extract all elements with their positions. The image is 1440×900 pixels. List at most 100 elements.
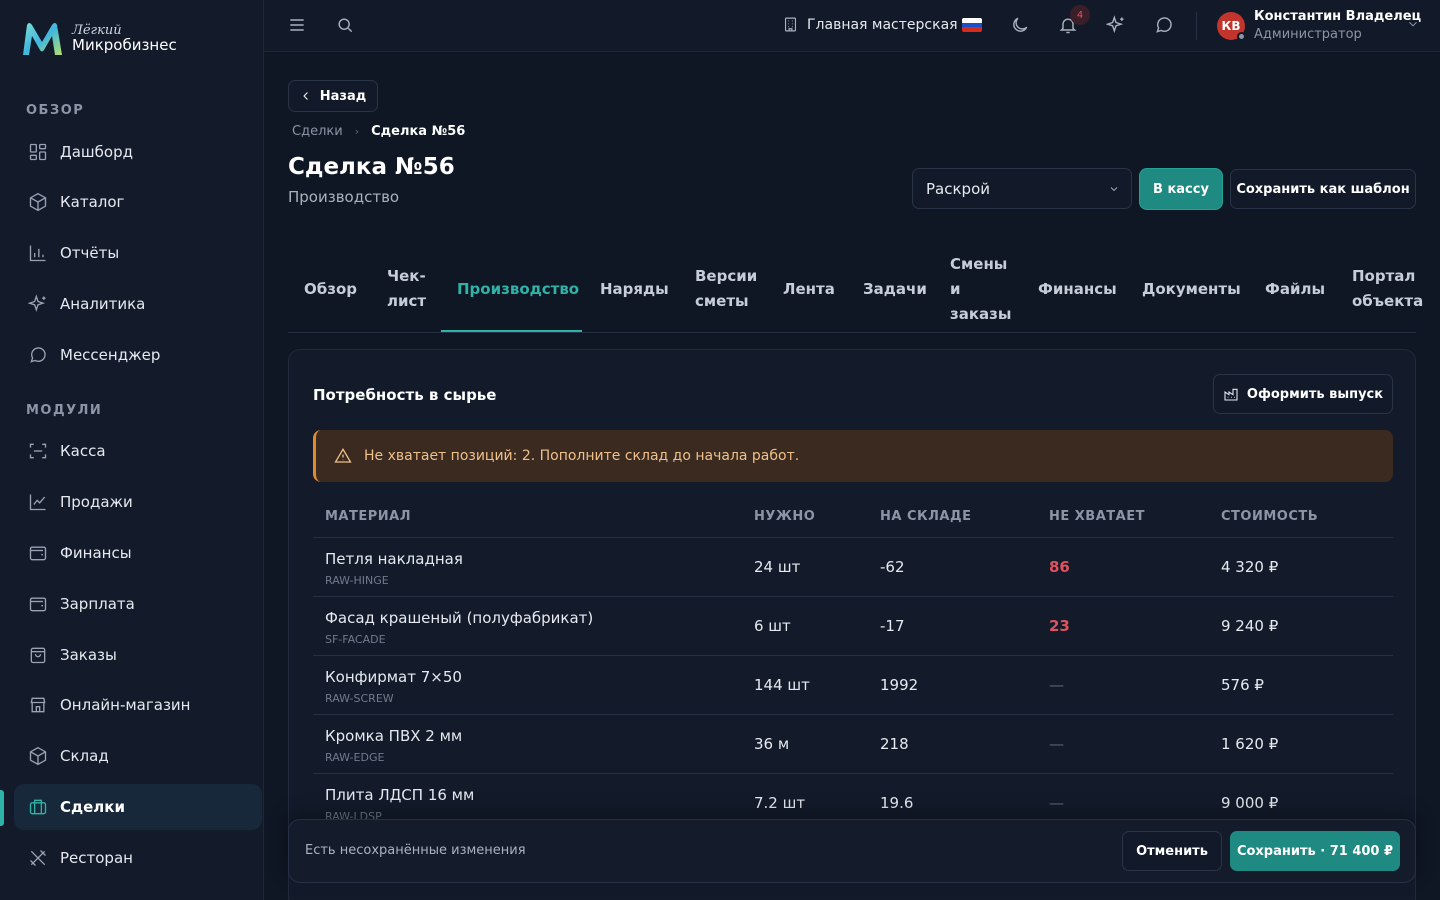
- breadcrumb-parent[interactable]: Сделки: [292, 124, 343, 139]
- material-name: Кромка ПВХ 2 мм: [325, 727, 463, 745]
- sidebar-item-deals[interactable]: Сделки: [14, 784, 262, 830]
- sidebar-item-label: Зарплата: [60, 595, 135, 613]
- sidebar-item-warehouse[interactable]: Склад: [14, 733, 262, 779]
- reports-icon: [29, 245, 46, 262]
- theme-toggle-button[interactable]: [1010, 15, 1032, 37]
- sidebar-item-online-store[interactable]: Онлайн-магазин: [14, 682, 262, 728]
- material-sku: RAW-SCREW: [325, 692, 394, 705]
- stock-value: 1992: [880, 676, 919, 694]
- need-value: 144 шт: [754, 676, 810, 694]
- page-title: Сделка №56: [288, 154, 455, 180]
- tab-documents[interactable]: Документы: [1142, 246, 1241, 332]
- tab-tasks[interactable]: Задачи: [863, 246, 927, 332]
- back-button[interactable]: Назад: [288, 80, 378, 112]
- issue-button-label: Оформить выпуск: [1246, 386, 1384, 402]
- sidebar-item-salary[interactable]: Зарплата: [14, 581, 262, 627]
- cancel-button[interactable]: Отменить: [1122, 831, 1222, 871]
- shortage-value: 23: [1049, 617, 1070, 635]
- sidebar-item-label: Финансы: [60, 544, 132, 562]
- tab-feed[interactable]: Лента: [783, 246, 835, 332]
- chevron-down-icon: [1110, 187, 1118, 192]
- stage-select[interactable]: Раскрой: [912, 168, 1132, 209]
- box-icon: [29, 746, 47, 766]
- tab-files[interactable]: Файлы: [1265, 246, 1325, 332]
- shortage-value: —: [1049, 794, 1064, 812]
- user-name[interactable]: Константин Владелец: [1254, 9, 1421, 24]
- sidebar-item-analytics[interactable]: Аналитика: [14, 281, 262, 327]
- store-icon: [30, 697, 46, 713]
- topbar: Главная мастерская 4 КВ Константин Владе…: [264, 0, 1440, 52]
- table-row[interactable]: Фасад крашеный (полуфабрикат) SF-FACADE …: [313, 597, 1393, 656]
- workshop-name: Главная мастерская: [807, 16, 958, 33]
- shortage-value: 86: [1049, 558, 1070, 576]
- tab-production[interactable]: Производство: [457, 246, 579, 332]
- sidebar-item-restaurant[interactable]: Ресторан: [14, 835, 262, 881]
- sidebar-item-label: Заказы: [60, 646, 117, 664]
- language-flag-ru-icon[interactable]: [962, 18, 982, 32]
- shortage-value: —: [1049, 735, 1064, 753]
- column-material[interactable]: МАТЕРИАЛ: [325, 509, 411, 524]
- menu-icon: [290, 19, 304, 31]
- tab-work-orders[interactable]: Наряды: [600, 246, 669, 332]
- unsaved-changes-bar: Есть несохранённые изменения Отменить Со…: [288, 819, 1416, 883]
- save-button[interactable]: Сохранить · 71 400 ₽: [1230, 831, 1400, 871]
- to-cashier-button[interactable]: В кассу: [1140, 169, 1222, 209]
- menu-button[interactable]: [287, 15, 309, 37]
- sidebar-item-cashier[interactable]: Касса: [14, 428, 262, 474]
- sidebar-item-reports[interactable]: Отчёты: [14, 230, 262, 276]
- sidebar-item-orders[interactable]: Заказы: [14, 632, 262, 678]
- issue-button[interactable]: Оформить выпуск: [1213, 374, 1393, 414]
- column-in-stock[interactable]: НА СКЛАДЕ: [880, 509, 971, 524]
- need-value: 36 м: [754, 735, 790, 753]
- stock-value: 19.6: [880, 794, 914, 812]
- nav-section-overview: ОБЗОР: [26, 103, 85, 118]
- column-need[interactable]: НУЖНО: [754, 509, 815, 524]
- tab-object-portal[interactable]: Портал объекта: [1352, 246, 1423, 332]
- stock-value: -17: [880, 617, 905, 635]
- sidebar-item-finance[interactable]: Финансы: [14, 530, 262, 576]
- table-row[interactable]: Кромка ПВХ 2 мм RAW-EDGE 36 м 218 — 1 62…: [313, 715, 1393, 774]
- moon-icon: [1013, 17, 1028, 32]
- column-cost[interactable]: СТОИМОСТЬ: [1221, 509, 1318, 524]
- cost-value: 9 000 ₽: [1221, 794, 1279, 812]
- search-button[interactable]: [335, 15, 357, 37]
- column-shortage[interactable]: НЕ ХВАТАЕТ: [1049, 509, 1145, 524]
- sidebar-item-catalog[interactable]: Каталог: [14, 179, 262, 225]
- save-template-button[interactable]: Сохранить как шаблон: [1230, 169, 1416, 209]
- building-icon: [784, 17, 797, 32]
- active-indicator: [0, 790, 4, 826]
- sidebar-item-sales[interactable]: Продажи: [14, 479, 262, 525]
- tab-shifts-orders[interactable]: Смены и заказы: [950, 246, 1011, 332]
- tab-overview[interactable]: Обзор: [304, 246, 357, 332]
- need-value: 6 шт: [754, 617, 791, 635]
- table-row[interactable]: Конфирмат 7×50 RAW-SCREW 144 шт 1992 — 5…: [313, 656, 1393, 715]
- logo-mark-icon: [23, 23, 62, 55]
- sidebar-item-label: Ресторан: [60, 849, 133, 867]
- sparkles-icon: [1105, 15, 1124, 34]
- sidebar-item-dashboard[interactable]: Дашборд: [14, 129, 262, 175]
- briefcase-icon: [29, 799, 47, 815]
- tab-checklist[interactable]: Чек- лист: [387, 246, 426, 332]
- active-tab-indicator: [441, 330, 582, 332]
- need-value: 7.2 шт: [754, 794, 806, 812]
- tab-finance[interactable]: Финансы: [1038, 246, 1117, 332]
- alert-text: Не хватает позиций: 2. Пополните склад д…: [364, 448, 800, 464]
- sidebar-item-messenger[interactable]: Мессенджер: [14, 332, 262, 378]
- stage-select-value: Раскрой: [926, 179, 990, 198]
- tab-estimate-versions[interactable]: Версии сметы: [695, 246, 757, 332]
- chat-icon: [30, 347, 46, 363]
- materials-title: Потребность в сырье: [313, 386, 497, 404]
- table-row[interactable]: Петля накладная RAW-HINGE 24 шт -62 86 4…: [313, 538, 1393, 597]
- material-name: Плита ЛДСП 16 мм: [325, 786, 475, 804]
- back-label: Назад: [319, 88, 367, 104]
- ai-assistant-button[interactable]: [1105, 15, 1128, 37]
- utensils-icon: [30, 850, 46, 866]
- workshop-selector[interactable]: Главная мастерская: [782, 16, 958, 33]
- cost-value: 4 320 ₽: [1221, 558, 1279, 576]
- chevron-down-icon[interactable]: [1406, 17, 1420, 31]
- messages-button[interactable]: [1154, 15, 1176, 37]
- breadcrumb-current: Сделка №56: [371, 124, 466, 139]
- wallet-icon: [29, 546, 47, 561]
- logo[interactable]: Лёгкий Микробизнес: [20, 20, 177, 58]
- factory-icon: [1224, 388, 1238, 401]
